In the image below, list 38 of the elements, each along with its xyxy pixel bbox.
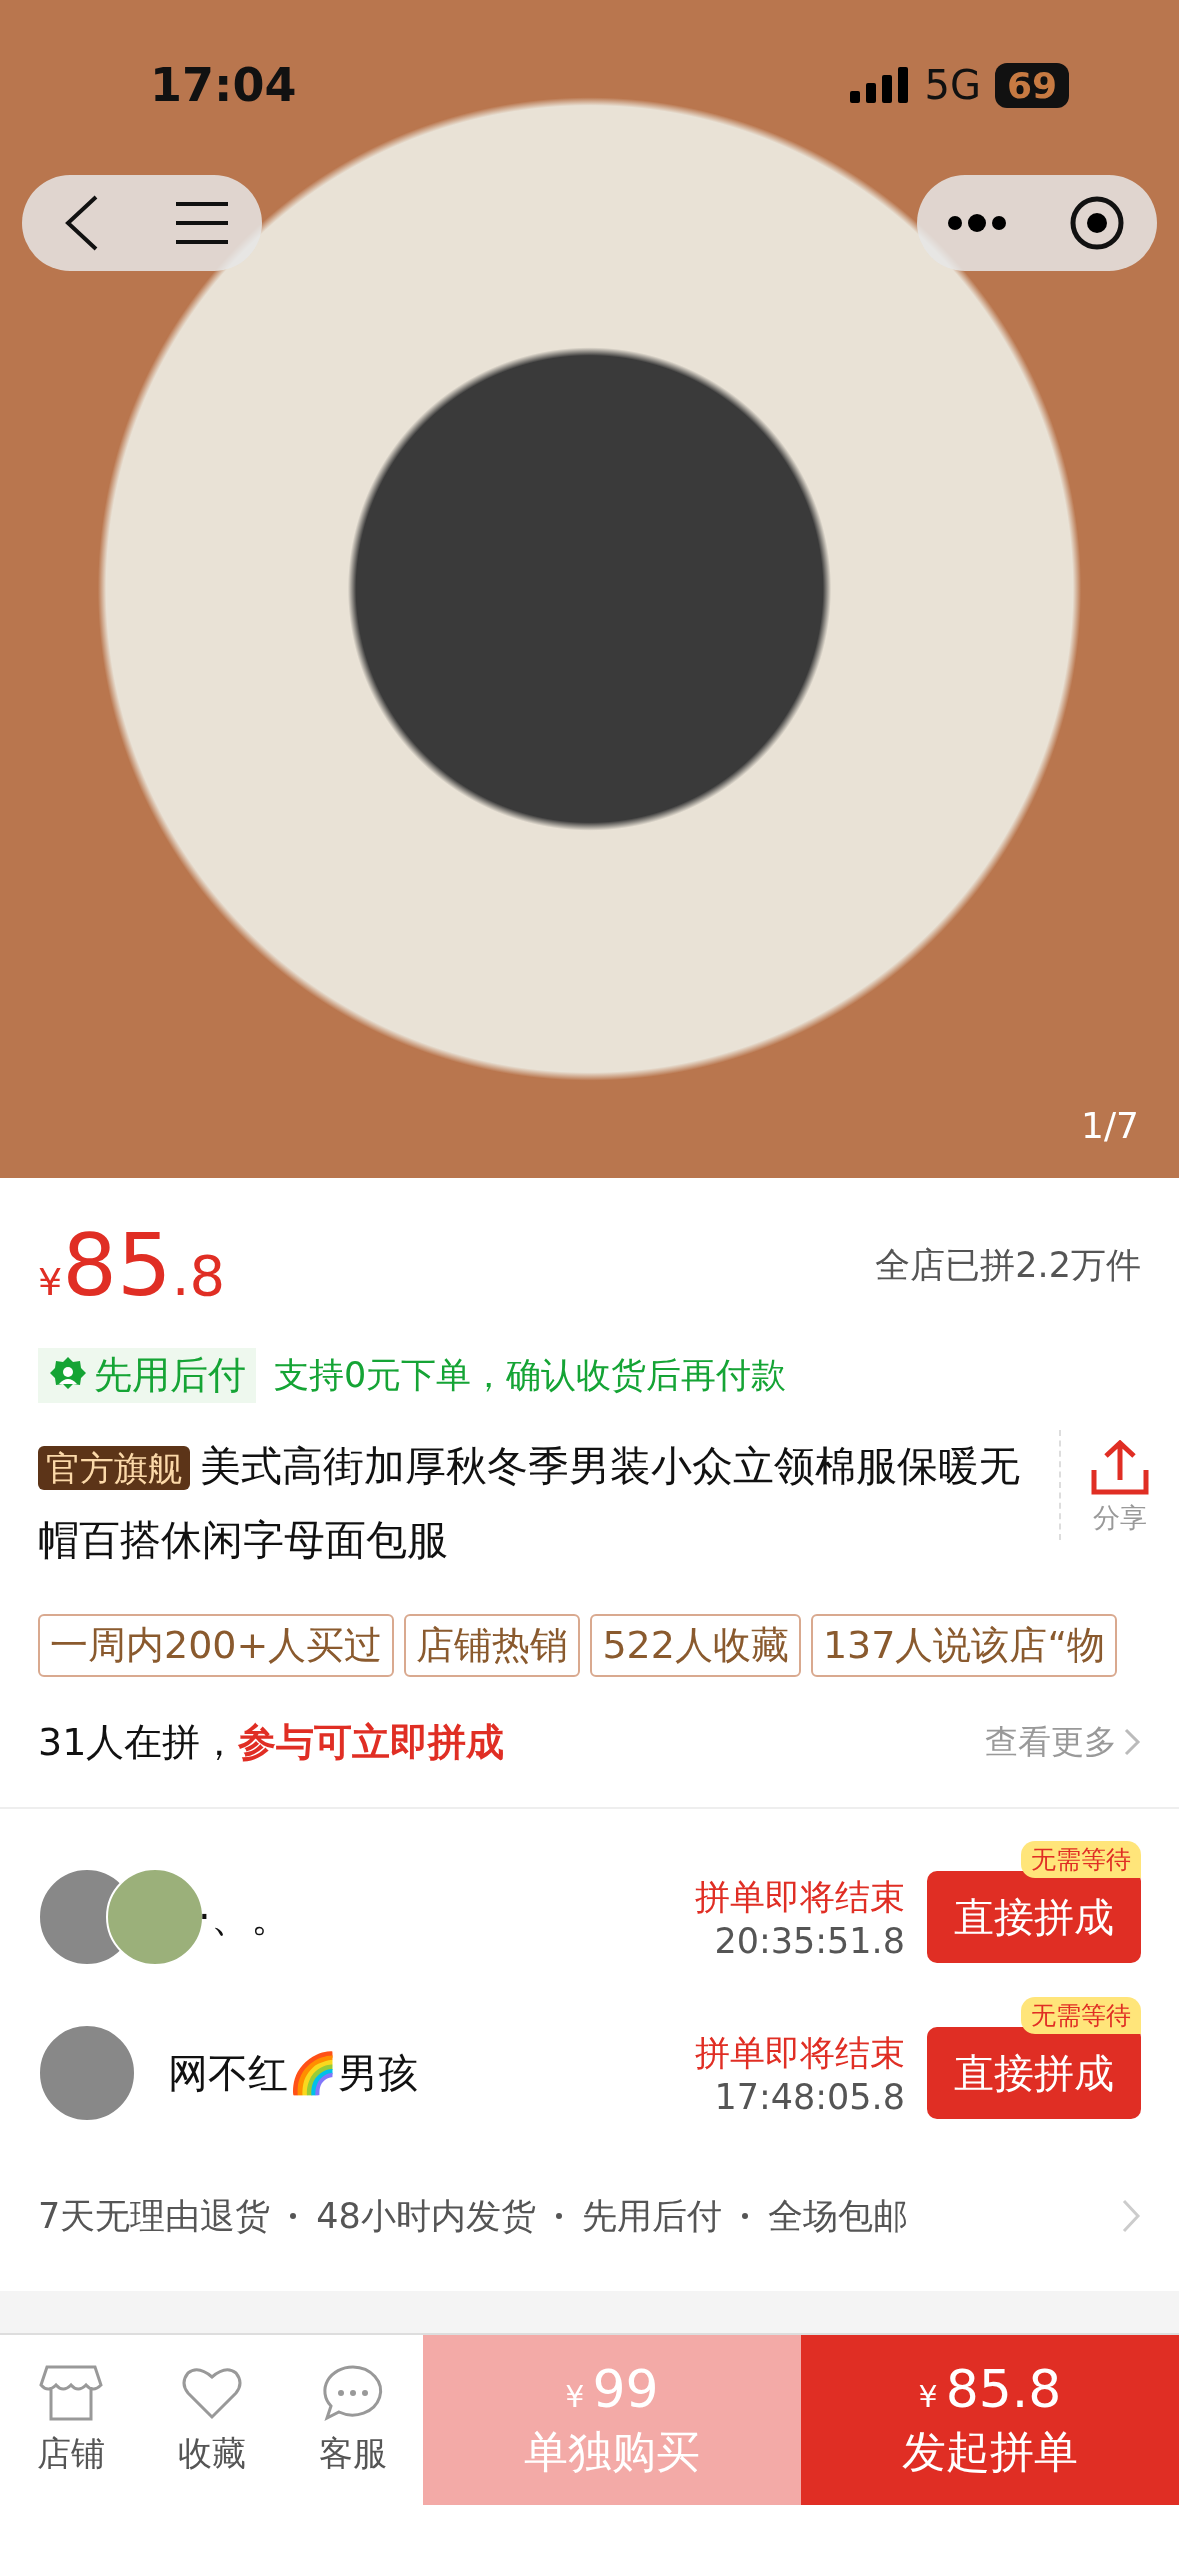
join-group-button[interactable]: 直接拼成 [927, 2027, 1141, 2119]
countdown-time: 17:48:05.8 [714, 2076, 905, 2117]
start-group-button[interactable]: ¥85.8 发起拼单 [801, 2335, 1179, 2505]
countdown-time: 20:35:51.8 [714, 1920, 905, 1961]
target-circle-icon [1069, 195, 1125, 251]
user-name: ·、。 [198, 1892, 292, 1942]
see-more-link[interactable]: 查看更多 [985, 1719, 1141, 1765]
user-name: 网不红🌈男孩 [168, 2048, 419, 2098]
sold-count: 全店已拼2.2万件 [875, 1243, 1141, 1287]
image-counter: 1/7 [1081, 1105, 1139, 1146]
chevron-right-icon [1123, 1727, 1141, 1757]
feature-tag: 店铺热销 [404, 1614, 581, 1677]
feature-tag: 137人说该店“物 [810, 1614, 1118, 1677]
feature-tag: 522人收藏 [590, 1614, 801, 1677]
service-item: 48小时内发货 [316, 2194, 536, 2238]
no-wait-badge: 无需等待 [1021, 1997, 1141, 2034]
pay-later-badge: 先用后付 [38, 1347, 256, 1403]
battery-level: 69 [994, 62, 1069, 108]
pay-later-text: 支持0元下单，确认收货后再付款 [274, 1353, 787, 1397]
service-item: 先用后付 [581, 2194, 722, 2238]
service-item: 全场包邮 [767, 2194, 908, 2238]
group-status: 拼单即将结束 [695, 1875, 905, 1919]
more-dots-icon [947, 213, 1007, 233]
group-count-text: 31人在拼，参与可立即拼成 [38, 1718, 505, 1766]
signal-icon [850, 67, 911, 103]
no-wait-badge: 无需等待 [1021, 1841, 1141, 1878]
group-status: 拼单即将结束 [695, 2031, 905, 2075]
share-button[interactable]: 分享 [1059, 1430, 1179, 1540]
menu-icon [174, 201, 230, 245]
network-label: 5G [924, 62, 981, 108]
store-icon [38, 2363, 103, 2423]
service-item: 7天无理由退货 [38, 2194, 271, 2238]
join-group-button[interactable]: 直接拼成 [927, 1871, 1141, 1963]
feature-tag: 一周内200+人买过 [38, 1614, 395, 1677]
product-title: 官方旗舰 美式高街加厚秋冬季男装小众立领棉服保暖无帽百搭休闲字母面包服 [38, 1441, 1021, 1566]
price: ¥85.8 [38, 1215, 226, 1315]
chat-bubble-icon [320, 2363, 385, 2423]
status-time: 17:04 [150, 58, 297, 112]
